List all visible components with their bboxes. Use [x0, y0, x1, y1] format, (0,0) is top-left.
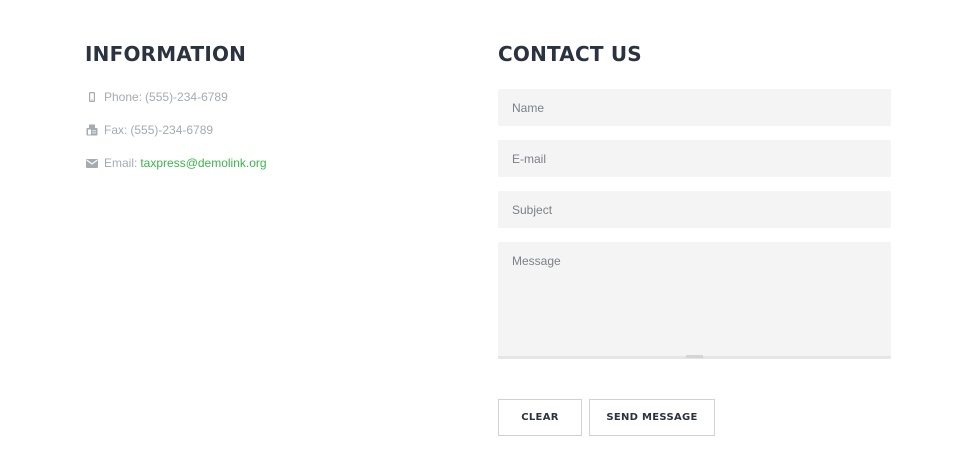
information-list: Phone: (555)-234-6789 Fax: (555)-234-678… [85, 89, 267, 188]
message-field[interactable] [498, 242, 891, 359]
contact-heading: CONTACT US [498, 42, 642, 66]
information-heading: INFORMATION [85, 42, 247, 66]
email-link[interactable]: taxpress@demolink.org [140, 156, 266, 170]
envelope-icon [85, 157, 98, 170]
fax-value: (555)-234-6789 [130, 123, 214, 137]
information-column: INFORMATION Phone: (555)-234-6789 Fax: (… [85, 40, 465, 170]
phone-item: Phone: (555)-234-6789 [85, 89, 267, 105]
phone-value: (555)-234-6789 [145, 90, 228, 104]
email-label: Email: [104, 156, 138, 170]
name-field[interactable] [498, 89, 891, 126]
fax-label: Fax: [104, 123, 128, 137]
subject-field[interactable] [498, 191, 891, 228]
mobile-phone-icon [85, 91, 98, 104]
contact-section: INFORMATION Phone: (555)-234-6789 Fax: (… [0, 0, 980, 471]
textarea-resize-handle[interactable] [686, 355, 703, 358]
email-field[interactable] [498, 140, 891, 177]
send-message-button[interactable]: SEND MESSAGE [589, 399, 715, 436]
email-item: Email: taxpress@demolink.org [85, 155, 267, 171]
contact-form-column: CONTACT US CLEAR SEND MESSAGE [498, 40, 891, 436]
phone-label: Phone: [104, 90, 143, 104]
clear-button[interactable]: CLEAR [498, 399, 582, 436]
fax-icon [85, 124, 98, 137]
fax-item: Fax: (555)-234-6789 [85, 122, 267, 138]
